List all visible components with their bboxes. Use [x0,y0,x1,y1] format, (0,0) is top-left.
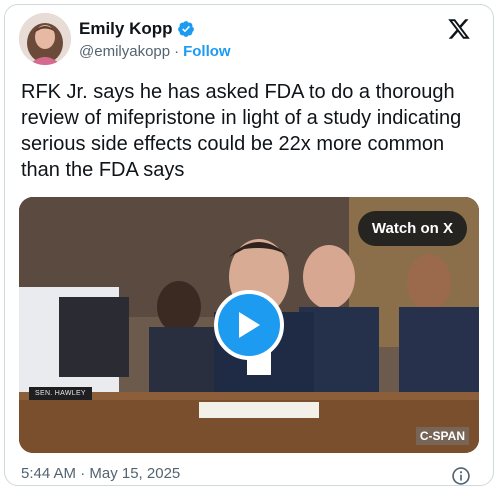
author-name-row: Emily Kopp [79,19,195,39]
watch-on-x-button[interactable]: Watch on X [357,211,467,246]
play-button[interactable] [214,290,284,360]
avatar-image [19,13,71,65]
video-player[interactable]: SEN. HAWLEY Watch on X C-SPAN [19,197,479,453]
tweet-text: RFK Jr. says he has asked FDA to do a th… [21,81,462,181]
play-icon [239,312,260,338]
x-logo-icon[interactable] [447,17,471,41]
info-icon[interactable] [451,466,471,486]
follow-button[interactable]: Follow [183,43,231,60]
broadcaster-watermark: C-SPAN [415,427,469,445]
handle-row: @emilyakopp · Follow [79,43,231,60]
author-handle[interactable]: @emilyakopp [79,43,170,60]
verified-badge-icon [177,21,194,37]
tweet-card: Emily Kopp @emilyakopp · Follow RFK Jr. … [4,4,494,486]
handle-separator: · [174,43,180,60]
nameplate: SEN. HAWLEY [29,387,92,400]
display-name[interactable]: Emily Kopp [79,19,173,39]
avatar[interactable] [19,13,71,65]
tweet-timestamp[interactable]: 5:44 AM · May 15, 2025 [21,465,180,482]
